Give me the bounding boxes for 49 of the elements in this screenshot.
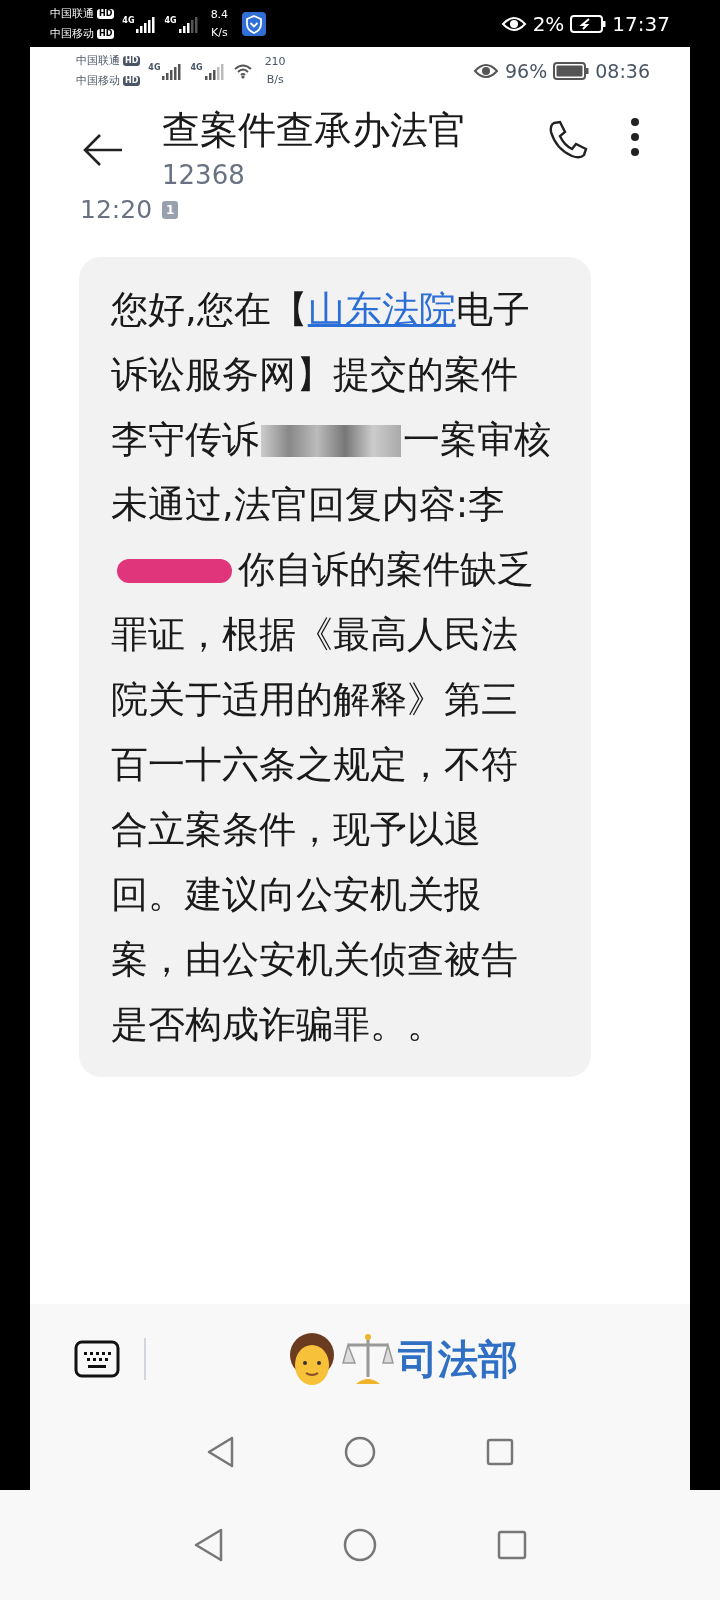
- back-triangle-icon: [193, 1528, 223, 1562]
- scales-icon: [342, 1331, 394, 1387]
- signal-icon: [136, 14, 157, 33]
- back-triangle-icon: [206, 1436, 234, 1468]
- hd-badge: HD: [97, 28, 115, 39]
- home-circle-icon: [344, 1436, 376, 1468]
- more-options-button[interactable]: [630, 117, 640, 157]
- message-time: 12:20: [80, 194, 153, 226]
- network-type: 4G: [190, 62, 203, 74]
- network-type: 4G: [148, 62, 161, 74]
- signal-icon: [162, 62, 183, 80]
- wifi-icon: [232, 63, 253, 79]
- link[interactable]: 山东法院: [307, 287, 456, 331]
- battery-percent: 2%: [532, 10, 565, 38]
- network-type: 4G: [122, 14, 135, 27]
- square-icon: [497, 1530, 527, 1560]
- carrier-name: 中国联通: [76, 53, 120, 69]
- network-speed: 8.4: [210, 6, 229, 23]
- speed-unit: K/s: [211, 24, 228, 41]
- network-type: 4G: [164, 14, 177, 27]
- carrier-name: 中国移动: [76, 73, 120, 89]
- square-icon: [486, 1438, 514, 1466]
- speed-unit: B/s: [266, 72, 284, 88]
- eye-icon: [473, 62, 499, 80]
- carrier-name: 中国联通: [50, 5, 94, 22]
- phone-number: 12368: [162, 159, 246, 192]
- carrier-name: 中国移动: [50, 25, 94, 42]
- keyboard-button[interactable]: [74, 1340, 120, 1378]
- more-icon: [630, 117, 640, 157]
- battery-icon: [553, 62, 590, 80]
- hd-badge: HD: [97, 8, 115, 19]
- back-icon: [82, 133, 124, 167]
- battery-percent: 96%: [505, 58, 548, 84]
- contact-name: 查案件查承办法官: [162, 107, 467, 154]
- menu-button[interactable]: 司法部: [286, 1329, 518, 1389]
- signal-icon: [204, 62, 225, 80]
- keyboard-icon: [74, 1340, 120, 1378]
- message-text: 您好,您在【山东法院电子诉讼服务网】提交的案件李守传诉 一案审核未通过,法官回复内容:李 你自诉的案件缺乏罪证，根据《最高人民法院关于适用的解释》第三百一十六条之规定，不符合立案条件，现予以退回。建议向公安机关报案，由公安机关侦查被告是否构成诈骗罪。。: [111, 286, 551, 1048]
- network-speed: 210: [264, 54, 286, 70]
- eye-icon: [500, 14, 527, 33]
- battery-charging-icon: [570, 14, 607, 33]
- hd-badge: HD: [123, 76, 141, 86]
- hd-badge: HD: [123, 56, 141, 66]
- signal-icon: [178, 14, 199, 33]
- clock: 08:36: [595, 58, 650, 84]
- shield-icon: [242, 11, 267, 36]
- home-circle-icon: [343, 1528, 377, 1562]
- clock: 17:37: [612, 10, 670, 38]
- sim-badge: 1: [162, 200, 179, 219]
